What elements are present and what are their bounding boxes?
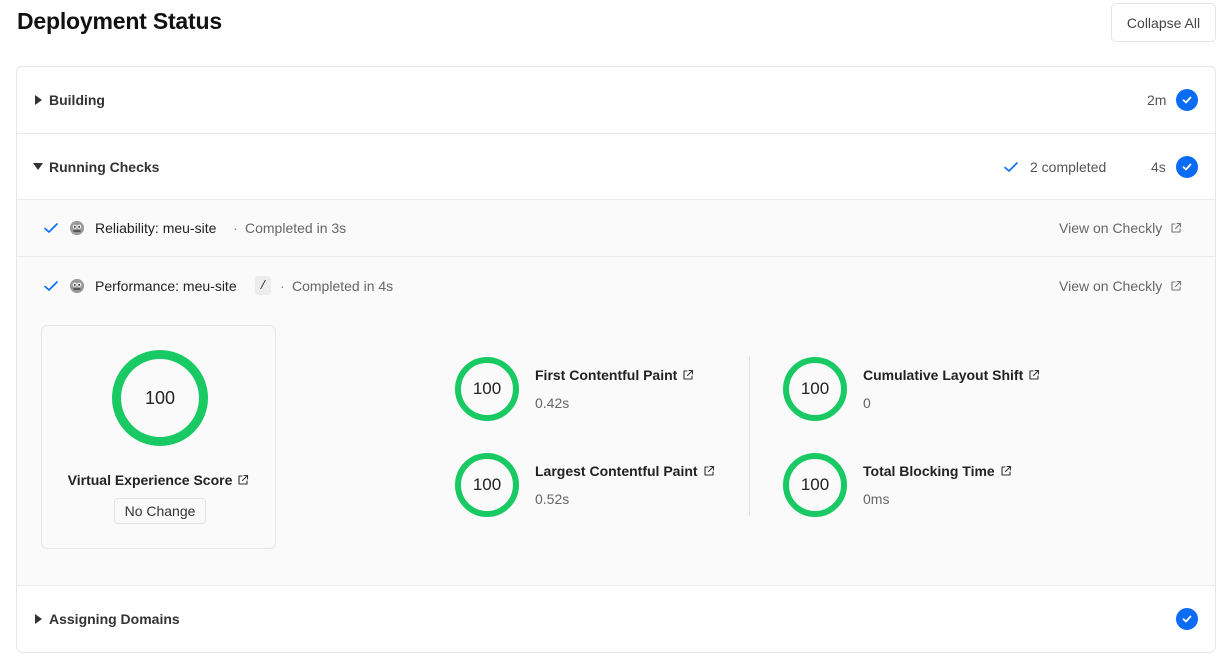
- checks-list: Reliability: meu-site · Completed in 3s …: [17, 200, 1215, 585]
- metric-title: Largest Contentful Paint: [535, 463, 698, 479]
- completed-count: 2 completed: [1030, 158, 1107, 175]
- metric-largest-contentful-paint: 100 Largest Contentful Paint 0.52s: [455, 453, 755, 517]
- page-title: Deployment Status: [17, 8, 222, 34]
- metric-value: 0ms: [863, 491, 890, 507]
- section-duration: 4s: [1151, 158, 1166, 175]
- checkly-logo-icon: [70, 221, 84, 235]
- check-row-performance: Performance: meu-site / · Completed in 4…: [17, 257, 1215, 314]
- deployment-panel: Building 2m Running Checks 2 completed 4…: [16, 66, 1216, 653]
- metric-title: First Contentful Paint: [535, 367, 678, 383]
- check-time: Completed in 4s: [292, 277, 394, 294]
- external-link-icon: [1171, 222, 1182, 233]
- section-label: Assigning Domains: [49, 611, 180, 627]
- metric-title-link[interactable]: Cumulative Layout Shift: [863, 367, 1040, 383]
- separator: ·: [280, 277, 285, 294]
- metric-value: 0.42s: [535, 395, 570, 411]
- link-label: View on Checkly: [1059, 277, 1163, 294]
- view-on-checkly-link[interactable]: View on Checkly: [1059, 220, 1182, 236]
- external-link-icon: [1171, 280, 1182, 291]
- check-circle-icon: [1176, 155, 1198, 178]
- external-link-icon: [1001, 465, 1011, 476]
- check-icon: [44, 223, 58, 233]
- virtual-experience-score-card: 100 Virtual Experience Score No Change: [41, 325, 276, 549]
- metric-value: 0.52s: [535, 491, 570, 507]
- metric-total-blocking-time: 100 Total Blocking Time 0ms: [783, 453, 1083, 517]
- section-assigning-domains[interactable]: Assigning Domains: [17, 585, 1215, 652]
- section-running-checks[interactable]: Running Checks 2 completed 4s: [17, 134, 1215, 200]
- check-time: Completed in 3s: [245, 220, 347, 236]
- link-label: View on Checkly: [1059, 220, 1163, 236]
- external-link-icon: [683, 369, 694, 380]
- metric-title-link[interactable]: First Contentful Paint: [535, 367, 694, 383]
- metric-title: Total Blocking Time: [863, 463, 995, 479]
- section-label: Building: [49, 92, 105, 108]
- section-building[interactable]: Building 2m: [17, 67, 1215, 134]
- external-link-icon: [238, 474, 249, 485]
- metric-score-ring: 100: [455, 357, 519, 421]
- metrics-divider: [749, 356, 750, 516]
- metric-score-ring: 100: [783, 453, 847, 517]
- check-row-reliability: Reliability: meu-site · Completed in 3s …: [17, 200, 1215, 257]
- section-duration: 2m: [1147, 92, 1167, 108]
- external-link-icon: [1029, 369, 1040, 380]
- check-circle-icon: [1176, 608, 1198, 630]
- score-label: Virtual Experience Score: [67, 472, 233, 488]
- score-change-badge: No Change: [114, 498, 206, 524]
- path-chip: /: [255, 276, 271, 295]
- external-link-icon: [704, 465, 714, 476]
- check-name: Reliability: meu-site: [95, 220, 217, 236]
- metric-first-contentful-paint: 100 First Contentful Paint 0.42s: [455, 357, 755, 421]
- check-name: Performance: meu-site: [95, 277, 237, 294]
- check-icon: [44, 280, 58, 291]
- view-on-checkly-link[interactable]: View on Checkly: [1059, 278, 1182, 294]
- checkly-logo-icon: [70, 278, 84, 293]
- caret-right-icon: [33, 614, 43, 624]
- score-label-link[interactable]: Virtual Experience Score: [42, 472, 275, 488]
- score-ring: 100: [112, 350, 208, 446]
- metric-score-ring: 100: [783, 357, 847, 421]
- check-circle-icon: [1176, 89, 1198, 111]
- metric-value: 0: [863, 395, 871, 411]
- check-icon: [1004, 161, 1018, 172]
- metric-cumulative-layout-shift: 100 Cumulative Layout Shift 0: [783, 357, 1083, 421]
- caret-down-icon: [33, 162, 43, 172]
- collapse-all-button[interactable]: Collapse All: [1111, 3, 1216, 42]
- metric-title-link[interactable]: Total Blocking Time: [863, 463, 1012, 479]
- metric-title-link[interactable]: Largest Contentful Paint: [535, 463, 715, 479]
- metric-title: Cumulative Layout Shift: [863, 367, 1024, 383]
- separator: ·: [233, 220, 238, 236]
- caret-right-icon: [33, 95, 43, 105]
- section-label: Running Checks: [49, 158, 160, 175]
- metric-score-ring: 100: [455, 453, 519, 517]
